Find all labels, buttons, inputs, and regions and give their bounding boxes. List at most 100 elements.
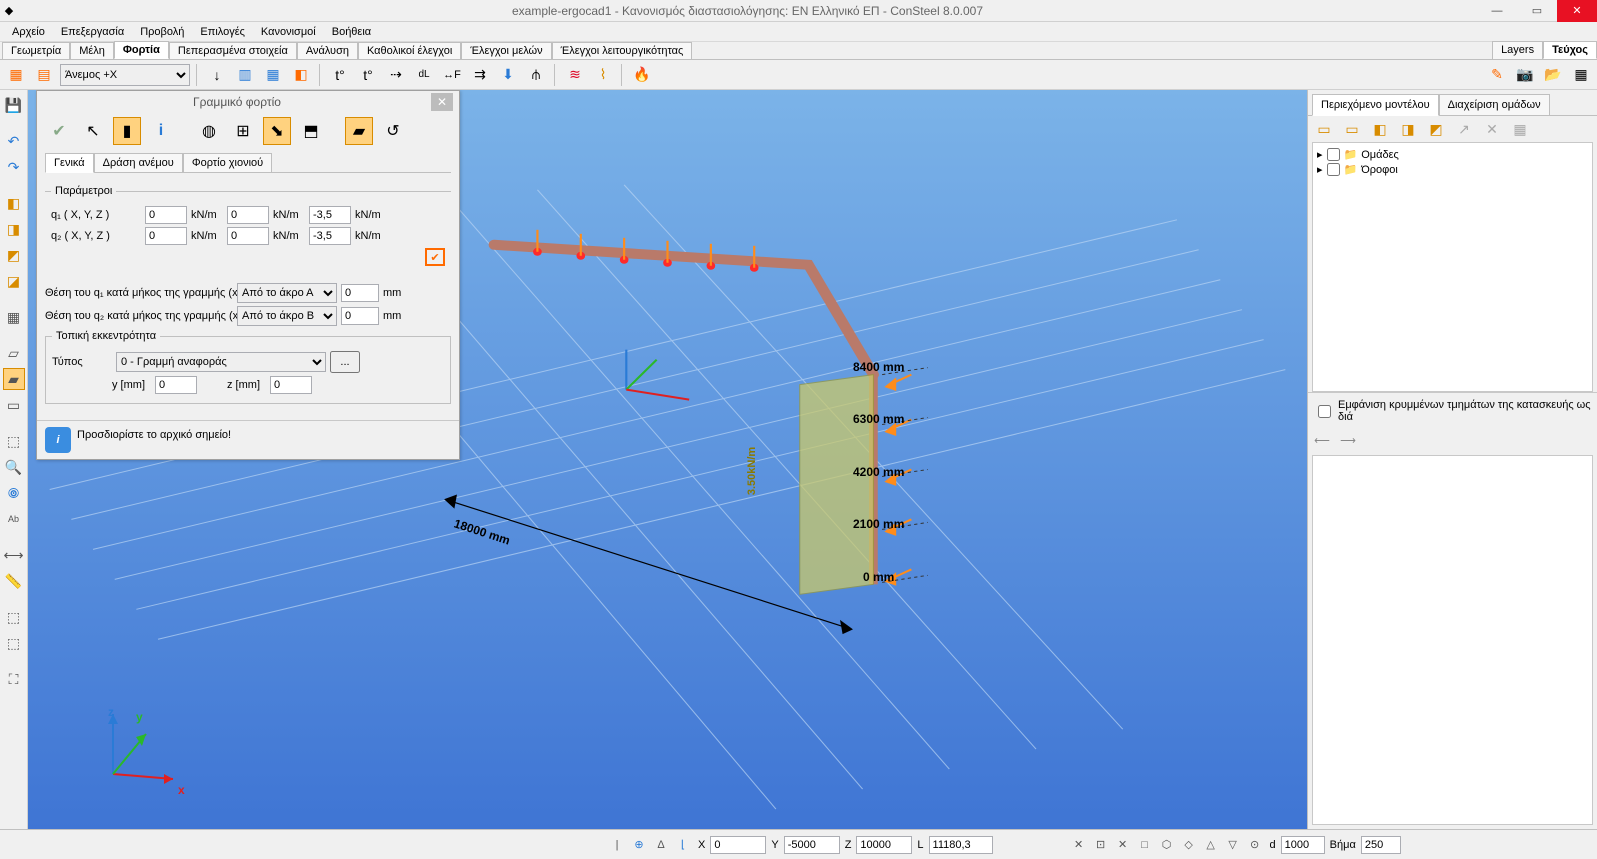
tree-toggle-icon[interactable]: ▸ [1317, 163, 1323, 176]
globe-small-icon[interactable]: ⊕ [629, 835, 649, 855]
delta-icon[interactable]: Δ [651, 835, 671, 855]
measure-icon[interactable]: 📏 [3, 570, 25, 592]
ecc-type-select[interactable]: 0 - Γραμμή αναφοράς [116, 352, 326, 372]
show2-icon[interactable]: 🔍 [3, 456, 25, 478]
menu-help[interactable]: Βοήθεια [324, 25, 379, 39]
load-transfer-icon[interactable]: ◧ [289, 63, 313, 87]
settle-icon[interactable]: ⬇ [496, 63, 520, 87]
dialog-tab-wind[interactable]: Δράση ανέμου [94, 153, 183, 172]
ribbon-tab-geometry[interactable]: Γεωμετρία [2, 42, 70, 59]
seismic-icon[interactable]: ⌇ [591, 63, 615, 87]
fit-icon[interactable]: ⛶ [3, 668, 25, 690]
y-input[interactable] [784, 836, 840, 854]
snap9-icon[interactable]: ⊙ [1245, 835, 1265, 855]
ecc-browse-button[interactable]: ... [330, 351, 360, 373]
l-input[interactable] [929, 836, 993, 854]
temp2-icon[interactable]: t° [356, 63, 380, 87]
solid-icon[interactable]: ▰ [3, 368, 25, 390]
loadcases-icon[interactable]: ▦ [4, 63, 28, 87]
edit-icon[interactable]: ✎ [1485, 63, 1509, 87]
dialog-tab-snow[interactable]: Φορτίο χιονιού [183, 153, 272, 172]
snap2-icon[interactable]: ⊡ [1091, 835, 1111, 855]
loadgroups-icon[interactable]: ▤ [32, 63, 56, 87]
snap3-icon[interactable]: ✕ [1113, 835, 1133, 855]
menu-edit[interactable]: Επεξεργασία [53, 25, 132, 39]
sel1-icon[interactable]: ⬚ [3, 606, 25, 628]
axis-icon[interactable]: ⌊ [673, 835, 693, 855]
model-tree[interactable]: ▸ 📁 Ομάδες ▸ 📁 Όροφοι [1312, 142, 1593, 392]
snap6-icon[interactable]: ◇ [1179, 835, 1199, 855]
q2-z-input[interactable] [309, 227, 351, 245]
rp-btn-3[interactable]: ◧ [1368, 117, 1392, 141]
sel2-icon[interactable]: ⬚ [3, 632, 25, 654]
rp-btn-7[interactable]: ✕ [1480, 117, 1504, 141]
step-input[interactable] [1361, 836, 1401, 854]
folder-icon[interactable]: 📂 [1541, 63, 1565, 87]
q1-x-input[interactable] [145, 206, 187, 224]
grid-icon[interactable]: ▦ [1569, 63, 1593, 87]
tree-checkbox-groups[interactable] [1327, 148, 1340, 161]
wire-icon[interactable]: ▱ [3, 342, 25, 364]
ribbon-tab-loads[interactable]: Φορτία [114, 41, 169, 59]
nav-fwd-icon[interactable]: ⟶ [1338, 431, 1358, 449]
q2-x-input[interactable] [145, 227, 187, 245]
view-top-icon[interactable]: ◨ [3, 218, 25, 240]
dim-icon[interactable]: ⟷ [3, 544, 25, 566]
rp-btn-4[interactable]: ◨ [1396, 117, 1420, 141]
undo-icon[interactable]: ↶ [3, 130, 25, 152]
tension-icon[interactable]: ⇉ [468, 63, 492, 87]
ribbon-tab-finite[interactable]: Πεπερασμένα στοιχεία [169, 42, 297, 59]
rp-tab-groups[interactable]: Διαχείριση ομάδων [1439, 94, 1550, 115]
d-input[interactable] [1281, 836, 1325, 854]
menu-options[interactable]: Επιλογές [192, 25, 253, 39]
x-input[interactable] [710, 836, 766, 854]
f-icon[interactable]: ↔F [440, 63, 464, 87]
show-hidden-checkbox[interactable] [1318, 405, 1331, 418]
user-cs-icon[interactable]: ⬊ [263, 117, 291, 145]
globe-icon[interactable]: ◍ [195, 117, 223, 145]
edge-icon[interactable]: ▰ [345, 117, 373, 145]
point-load-icon[interactable]: ↓ [205, 63, 229, 87]
rp-btn-1[interactable]: ▭ [1312, 117, 1336, 141]
ribbon-tab-layers[interactable]: Layers [1492, 41, 1543, 59]
moving-icon[interactable]: ⫛ [524, 63, 548, 87]
local-icon[interactable]: ⊞ [229, 117, 257, 145]
show3-icon[interactable]: 🞋 [3, 482, 25, 504]
snap7-icon[interactable]: △ [1201, 835, 1221, 855]
tree-label-groups[interactable]: Ομάδες [1361, 149, 1399, 161]
ribbon-tab-globalchecks[interactable]: Καθολικοί έλεγχοι [358, 42, 461, 59]
dialog-tab-general[interactable]: Γενικά [45, 153, 94, 173]
rp-btn-2[interactable]: ▭ [1340, 117, 1364, 141]
curve-icon[interactable]: ↺ [379, 117, 407, 145]
wind-icon[interactable]: ≋ [563, 63, 587, 87]
ribbon-tab-memberchecks[interactable]: Έλεγχοι μελών [461, 42, 551, 59]
surface-load-icon[interactable]: ▦ [261, 63, 285, 87]
line-load-icon[interactable]: ▥ [233, 63, 257, 87]
rp-btn-6[interactable]: ↗ [1452, 117, 1476, 141]
camera-icon[interactable]: 📷 [1513, 63, 1537, 87]
color-icon[interactable]: ▦ [3, 306, 25, 328]
ribbon-tab-analysis[interactable]: Ανάλυση [297, 42, 358, 59]
dialog-close-button[interactable]: ✕ [431, 93, 453, 111]
ribbon-tab-report[interactable]: Τεύχος [1543, 41, 1597, 59]
project-icon[interactable]: ⬒ [297, 117, 325, 145]
loadcase-combo[interactable]: Άνεμος +X [60, 64, 190, 86]
line-icon[interactable]: ▮ [113, 117, 141, 145]
ecc-y-input[interactable] [155, 376, 197, 394]
hidden-icon[interactable]: ▭ [3, 394, 25, 416]
q1-y-input[interactable] [227, 206, 269, 224]
snap8-icon[interactable]: ▽ [1223, 835, 1243, 855]
dl-icon[interactable]: dL [412, 63, 436, 87]
displacement-icon[interactable]: ⇢ [384, 63, 408, 87]
apply-icon[interactable]: ✔ [45, 117, 73, 145]
minimize-button[interactable]: — [1477, 0, 1517, 22]
rp-btn-5[interactable]: ◩ [1424, 117, 1448, 141]
view-front-icon[interactable]: ◩ [3, 244, 25, 266]
menu-view[interactable]: Προβολή [132, 25, 192, 39]
link-toggle[interactable]: ✔ [425, 248, 445, 266]
save-icon[interactable]: 💾 [3, 94, 25, 116]
snap4-icon[interactable]: □ [1135, 835, 1155, 855]
menu-file[interactable]: Αρχείο [4, 25, 53, 39]
tree-checkbox-floors[interactable] [1327, 163, 1340, 176]
ribbon-tab-members[interactable]: Μέλη [70, 42, 114, 59]
